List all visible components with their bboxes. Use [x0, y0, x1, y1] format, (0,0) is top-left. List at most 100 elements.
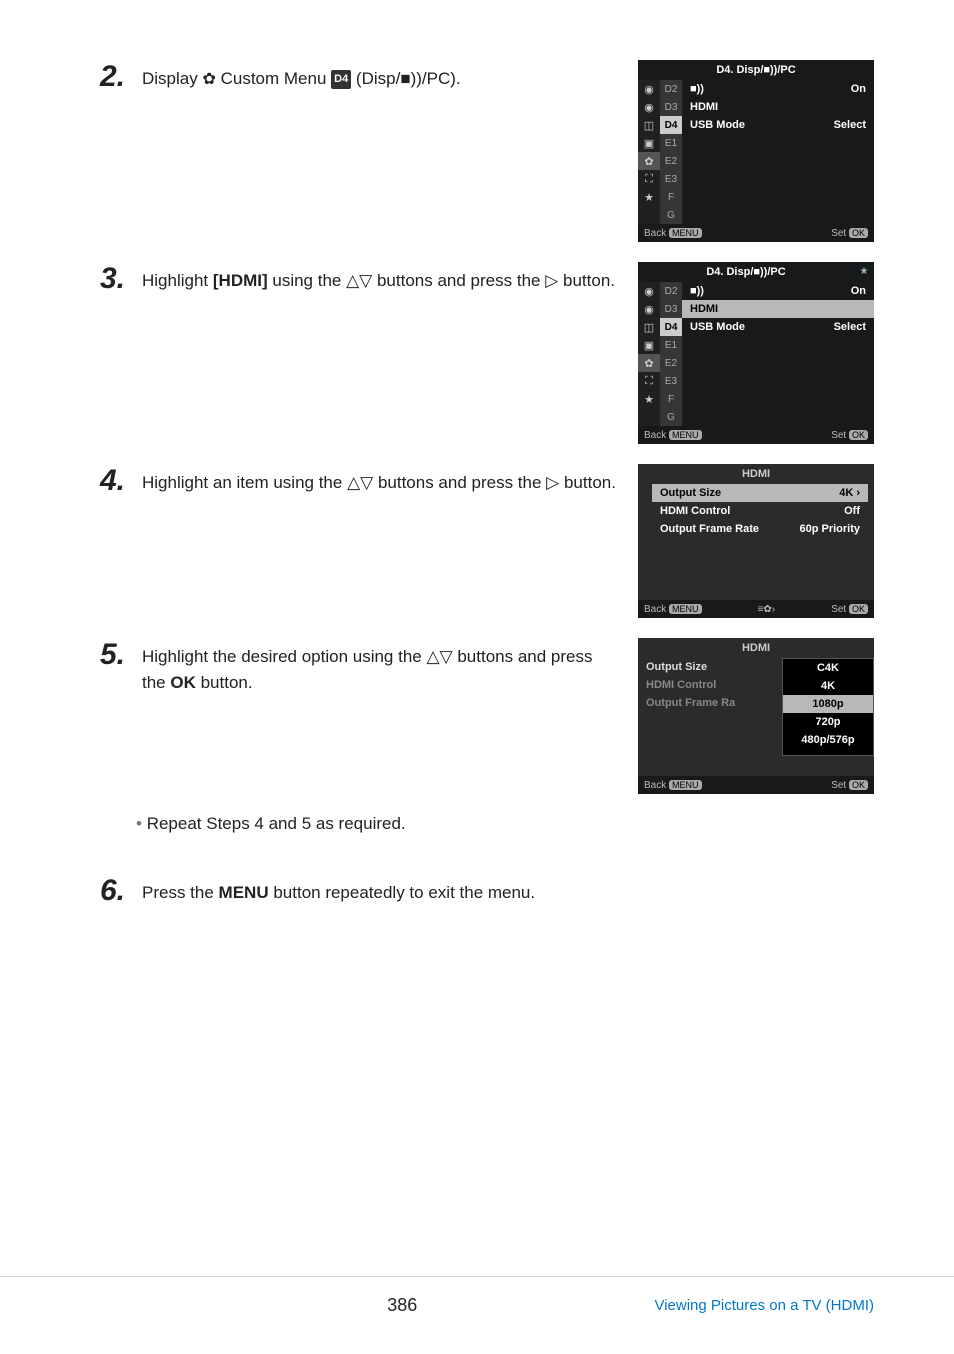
- menu-row-highlighted: HDMI: [682, 300, 874, 318]
- page-footer: 386 Viewing Pictures on a TV (HDMI): [0, 1276, 954, 1316]
- screen-title: HDMI: [638, 638, 874, 658]
- mid-icon: ≡✿›: [758, 604, 776, 615]
- set-label: Set OK: [831, 604, 868, 615]
- menu-row-dim: Output Frame Ra: [638, 694, 782, 712]
- menu-row: HDMI ControlOff: [652, 502, 868, 520]
- menu-row: HDMI: [682, 98, 874, 116]
- step-text: Press the MENU button repeatedly to exit…: [142, 874, 874, 906]
- menu-row: USB ModeSelect: [682, 116, 874, 134]
- sub-tab: E3: [660, 170, 682, 188]
- down-icon: ▽: [360, 473, 373, 492]
- sub-tab: D3: [660, 98, 682, 116]
- shoot1-icon: ◉: [638, 282, 660, 300]
- right-icon: ▷: [546, 473, 559, 492]
- step-number: 4.: [100, 464, 142, 498]
- sub-tab: D3: [660, 300, 682, 318]
- sub-tab: D2: [660, 282, 682, 300]
- sub-tab: F: [660, 188, 682, 206]
- star-icon: ★: [854, 262, 874, 282]
- set-label: Set OK: [831, 228, 868, 239]
- video-icon: ◫: [638, 116, 660, 134]
- page-number: 386: [150, 1295, 654, 1316]
- menu-chip: MENU: [669, 604, 702, 614]
- step-number: 5.: [100, 638, 142, 672]
- sub-tab: E3: [660, 372, 682, 390]
- gear-icon: ✿: [638, 354, 660, 372]
- playback-icon: ▣: [638, 134, 660, 152]
- sub-tab: G: [660, 206, 682, 224]
- ok-chip: OK: [849, 228, 868, 238]
- option-highlighted: 1080p: [783, 695, 873, 713]
- menu-chip: MENU: [669, 228, 702, 238]
- my-icon: ★: [638, 188, 660, 206]
- menu-chip: MENU: [669, 780, 702, 790]
- setup-icon: ⛶: [638, 372, 660, 390]
- step-2: 2. Display ✿ Custom Menu D4 (Disp/■))/PC…: [100, 60, 874, 242]
- screenshot-hdmi-options: HDMI Output Size HDMI Control Output Fra…: [638, 638, 874, 794]
- set-label: Set OK: [831, 780, 868, 791]
- step-5: 5. Highlight the desired option using th…: [100, 638, 874, 794]
- screen-title: D4. Disp/■))/PC: [638, 262, 854, 282]
- screen-title: HDMI: [638, 464, 874, 484]
- screenshot-d4-hdmi-highlight: D4. Disp/■))/PC ★ ◉ ◉ ◫ ▣ ✿ ⛶ ★ D2 D3 D4: [638, 262, 874, 444]
- setup-icon: ⛶: [638, 170, 660, 188]
- step-number: 2.: [100, 60, 142, 94]
- step-text: Display ✿ Custom Menu D4 (Disp/■))/PC).: [142, 60, 638, 92]
- playback-icon: ▣: [638, 336, 660, 354]
- ok-chip: OK: [849, 430, 868, 440]
- my-icon: ★: [638, 390, 660, 408]
- step-number: 3.: [100, 262, 142, 296]
- menu-row: Output Frame Rate60p Priority: [652, 520, 868, 538]
- chevron-right-icon: ›: [856, 487, 860, 499]
- option: C4K: [783, 659, 873, 677]
- menu-row-dim: HDMI Control: [638, 676, 782, 694]
- step-text: Highlight the desired option using the △…: [142, 638, 638, 695]
- up-icon: △: [426, 647, 439, 666]
- step-text: Highlight an item using the △▽ buttons a…: [142, 464, 638, 496]
- back-label: Back MENU: [644, 228, 702, 239]
- footer-link[interactable]: Viewing Pictures on a TV (HDMI): [654, 1297, 874, 1314]
- down-icon: ▽: [359, 271, 372, 290]
- right-icon: ▷: [545, 271, 558, 290]
- d4-badge: D4: [331, 70, 351, 89]
- sub-tab: G: [660, 408, 682, 426]
- step-6: 6. Press the MENU button repeatedly to e…: [100, 874, 874, 908]
- down-icon: ▽: [440, 647, 453, 666]
- up-icon: △: [346, 271, 359, 290]
- sub-tab: E1: [660, 134, 682, 152]
- gear-icon: ✿: [638, 152, 660, 170]
- shoot1-icon: ◉: [638, 80, 660, 98]
- sub-tab: D2: [660, 80, 682, 98]
- sub-tab: E2: [660, 354, 682, 372]
- menu-row: USB ModeSelect: [682, 318, 874, 336]
- sub-tab-active: D4: [660, 116, 682, 134]
- menu-row-highlighted: Output Size4K ›: [652, 484, 868, 502]
- option: 480p/576p: [783, 731, 873, 749]
- screenshot-hdmi-submenu: HDMI Output Size4K › HDMI ControlOff Out…: [638, 464, 874, 618]
- video-icon: ◫: [638, 318, 660, 336]
- shoot2-icon: ◉: [638, 98, 660, 116]
- back-label: Back MENU: [644, 780, 702, 791]
- ok-chip: OK: [849, 780, 868, 790]
- step-4: 4. Highlight an item using the △▽ button…: [100, 464, 874, 618]
- gear-icon: ✿: [202, 68, 215, 92]
- sub-tab: E2: [660, 152, 682, 170]
- ok-chip: OK: [849, 604, 868, 614]
- back-label: Back MENU: [644, 430, 702, 441]
- shoot2-icon: ◉: [638, 300, 660, 318]
- set-label: Set OK: [831, 430, 868, 441]
- back-label: Back MENU: [644, 604, 702, 615]
- sub-tab: E1: [660, 336, 682, 354]
- step-number: 6.: [100, 874, 142, 908]
- screen-title: D4. Disp/■))/PC: [638, 60, 874, 80]
- option: 4K: [783, 677, 873, 695]
- options-popup: C4K 4K 1080p 720p 480p/576p: [782, 658, 874, 756]
- sub-tab-active: D4: [660, 318, 682, 336]
- up-icon: △: [347, 473, 360, 492]
- step-text: Highlight [HDMI] using the △▽ buttons an…: [142, 262, 638, 294]
- bullet-repeat: Repeat Steps 4 and 5 as required.: [136, 814, 874, 834]
- step-3: 3. Highlight [HDMI] using the △▽ buttons…: [100, 262, 874, 444]
- menu-chip: MENU: [669, 430, 702, 440]
- menu-row: ■))On: [682, 80, 874, 98]
- option: 720p: [783, 713, 873, 731]
